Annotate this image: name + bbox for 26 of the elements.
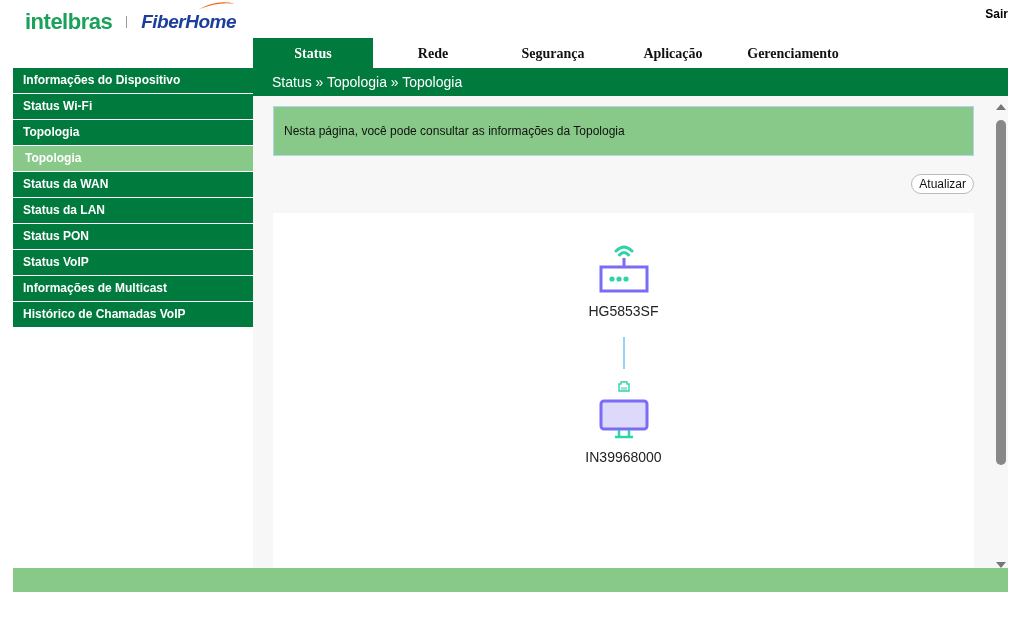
device-label: IN39968000: [585, 449, 662, 465]
logo-text: FiberHome: [141, 11, 236, 32]
nav-tab[interactable]: Gerenciamento: [733, 38, 853, 68]
sidebar-item[interactable]: Informações de Multicast: [13, 276, 253, 302]
nav-tab[interactable]: Status: [253, 38, 373, 68]
nav-tab[interactable]: Aplicação: [613, 38, 733, 68]
refresh-button[interactable]: Atualizar: [911, 174, 974, 194]
router-icon: [597, 243, 650, 293]
monitor-icon: [598, 399, 649, 439]
nav-tab[interactable]: Rede: [373, 38, 493, 68]
info-message: Nesta página, você pode consultar as informações da Topologia: [273, 106, 974, 156]
sidebar-item[interactable]: Topologia: [13, 120, 253, 146]
connection-line: [622, 337, 625, 369]
sidebar-item[interactable]: Informações do Dispositivo: [13, 68, 253, 94]
logout-link[interactable]: Sair: [985, 7, 1008, 38]
sidebar-item[interactable]: Status VoIP: [13, 250, 253, 276]
nav-tab[interactable]: Segurança: [493, 38, 613, 68]
sidebar-item[interactable]: Status Wi-Fi: [13, 94, 253, 120]
breadcrumb-bar: Status » Topologia » Topologia: [253, 68, 1008, 96]
logo-text: intelbras: [25, 9, 113, 35]
sidebar-item[interactable]: Status PON: [13, 224, 253, 250]
sidebar-item[interactable]: Histórico de Chamadas VoIP: [13, 302, 253, 328]
device-label: HG5853SF: [588, 303, 659, 319]
sidebar-item[interactable]: Status da WAN: [13, 172, 253, 198]
ethernet-port-icon: [616, 379, 631, 393]
sidebar-item[interactable]: Status da LAN: [13, 198, 253, 224]
